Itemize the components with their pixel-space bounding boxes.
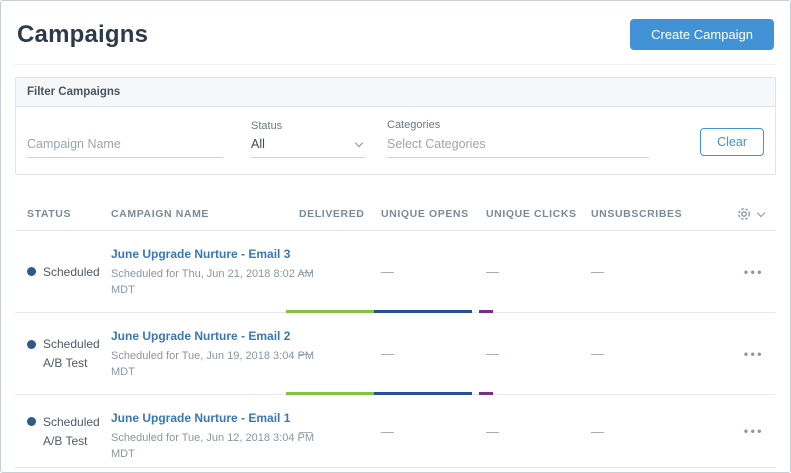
status-dot-icon	[27, 340, 36, 349]
unique-clicks-value: —	[486, 346, 591, 361]
page-title: Campaigns	[17, 21, 148, 49]
campaign-cell: June Upgrade Nurture - Email 3 Scheduled…	[111, 231, 299, 299]
filter-panel-title: Filter Campaigns	[16, 78, 775, 107]
scheduled-for-text: Scheduled for Tue, Jun 12, 2018 3:04 PM …	[111, 431, 316, 463]
column-header-status: STATUS	[27, 208, 111, 220]
gear-icon	[736, 206, 752, 222]
unique-clicks-value: —	[486, 264, 591, 279]
categories-filter: Categories	[387, 119, 649, 158]
table-header-row: STATUS CAMPAIGN NAME DELIVERED UNIQUE OP…	[15, 197, 776, 231]
table-row: Scheduled A/B Test June Upgrade Nurture …	[15, 313, 776, 395]
row-actions-menu-button[interactable]: •••	[744, 343, 764, 365]
campaign-name-input[interactable]	[27, 134, 223, 158]
campaign-name-link[interactable]: June Upgrade Nurture - Email 1	[111, 411, 290, 425]
table-row: Scheduled A/B Test June Upgrade Nurture …	[15, 395, 776, 468]
status-text: Scheduled	[43, 415, 100, 429]
table-row: Scheduled June Upgrade Nurture - Email 3…	[15, 231, 776, 313]
filter-controls: Status All Categories Clear	[16, 107, 775, 174]
unique-opens-value: —	[381, 424, 486, 439]
status-cell: Scheduled A/B Test	[27, 415, 111, 448]
table-settings-button[interactable]	[711, 206, 764, 222]
unique-opens-value: —	[381, 346, 486, 361]
delivered-value: —	[299, 264, 381, 279]
campaign-cell: June Upgrade Nurture - Email 2 Scheduled…	[111, 313, 299, 381]
column-header-unsubscribes: UNSUBSCRIBES	[591, 208, 711, 220]
status-cell: Scheduled A/B Test	[27, 337, 111, 370]
unique-opens-value: —	[381, 264, 486, 279]
status-selected-value: All	[251, 137, 265, 151]
unsubscribes-value: —	[591, 424, 711, 439]
scheduled-for-text: Scheduled for Tue, Jun 19, 2018 3:04 PM …	[111, 349, 316, 381]
column-header-unique-clicks: UNIQUE CLICKS	[486, 208, 591, 220]
status-cell: Scheduled	[27, 265, 111, 279]
filter-panel: Filter Campaigns Status All Categories C…	[15, 77, 776, 175]
status-label: Status	[251, 120, 365, 132]
row-actions-menu-button[interactable]: •••	[744, 420, 764, 442]
status-dot-icon	[27, 417, 36, 426]
chevron-down-icon	[355, 139, 363, 147]
status-text: Scheduled	[43, 337, 100, 351]
status-select[interactable]: All	[251, 135, 365, 158]
row-actions-menu-button[interactable]: •••	[744, 261, 764, 283]
unique-clicks-value: —	[486, 424, 591, 439]
status-dot-icon	[27, 267, 36, 276]
column-header-delivered: DELIVERED	[299, 208, 381, 220]
categories-input[interactable]	[387, 134, 649, 158]
campaign-name-link[interactable]: June Upgrade Nurture - Email 3	[111, 247, 290, 261]
categories-label: Categories	[387, 119, 649, 131]
column-header-unique-opens: UNIQUE OPENS	[381, 208, 486, 220]
delivered-value: —	[299, 346, 381, 361]
create-campaign-button[interactable]: Create Campaign	[630, 19, 774, 50]
page-header: Campaigns Create Campaign	[15, 15, 776, 65]
campaign-cell: June Upgrade Nurture - Email 1 Scheduled…	[111, 395, 299, 463]
column-header-campaign-name: CAMPAIGN NAME	[111, 208, 299, 220]
scheduled-for-text: Scheduled for Thu, Jun 21, 2018 8:02 AM …	[111, 267, 316, 299]
unsubscribes-value: —	[591, 346, 711, 361]
campaign-name-link[interactable]: June Upgrade Nurture - Email 2	[111, 329, 290, 343]
status-text: Scheduled	[43, 265, 100, 279]
ab-test-label: A/B Test	[43, 434, 111, 448]
status-filter: Status All	[251, 120, 365, 158]
unsubscribes-value: —	[591, 264, 711, 279]
delivered-value: —	[299, 424, 381, 439]
campaigns-page: Campaigns Create Campaign Filter Campaig…	[0, 0, 791, 473]
clear-filters-button[interactable]: Clear	[700, 128, 764, 156]
chevron-down-icon	[757, 208, 765, 216]
ab-test-label: A/B Test	[43, 356, 111, 370]
